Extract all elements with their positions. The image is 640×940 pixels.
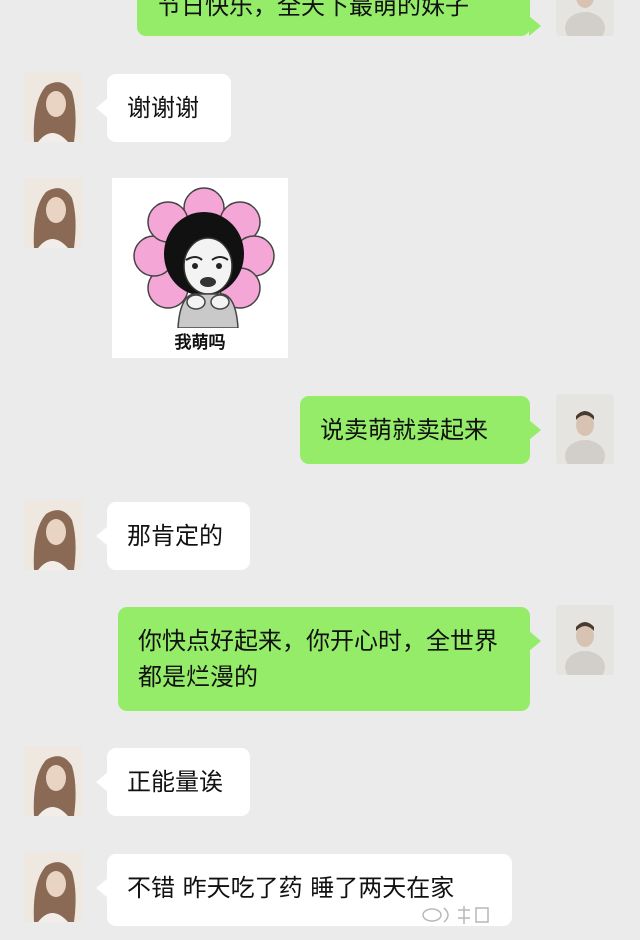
avatar-me[interactable]: [556, 605, 614, 675]
avatar-friend[interactable]: [24, 852, 82, 922]
message-text: 谢谢谢: [127, 94, 199, 122]
sticker-meme-icon: [133, 187, 275, 328]
message-bubble-incoming[interactable]: 正能量诶: [96, 748, 250, 816]
message-bubble-outgoing[interactable]: 节日快乐，全天下最萌的妹子: [137, 0, 541, 36]
avatar-friend[interactable]: [24, 500, 82, 570]
message-text: 正能量诶: [127, 768, 223, 796]
avatar-me[interactable]: [556, 0, 614, 36]
avatar-friend[interactable]: [24, 178, 82, 248]
message-bubble-incoming[interactable]: 谢谢谢: [96, 74, 231, 142]
watermark-logo-icon: [418, 900, 498, 930]
message-bubble-incoming[interactable]: 那肯定的: [96, 502, 250, 570]
message-text: 不错 昨天吃了药 睡了两天在家: [127, 874, 455, 902]
sticker-caption: 我萌吗: [174, 333, 226, 353]
sticker-message[interactable]: 我萌吗: [112, 178, 288, 358]
message-text: 节日快乐，全天下最萌的妹子: [157, 0, 469, 20]
avatar-friend[interactable]: [24, 72, 82, 142]
message-text: 那肯定的: [127, 522, 223, 550]
avatar-friend[interactable]: [24, 746, 82, 816]
message-bubble-outgoing[interactable]: 说卖萌就卖起来: [300, 396, 541, 464]
message-text: 你快点好起来，你开心时，全世界都是烂漫的: [138, 627, 498, 691]
message-bubble-outgoing[interactable]: 你快点好起来，你开心时，全世界都是烂漫的: [118, 607, 541, 711]
message-text: 说卖萌就卖起来: [320, 416, 488, 444]
avatar-me[interactable]: [556, 394, 614, 464]
